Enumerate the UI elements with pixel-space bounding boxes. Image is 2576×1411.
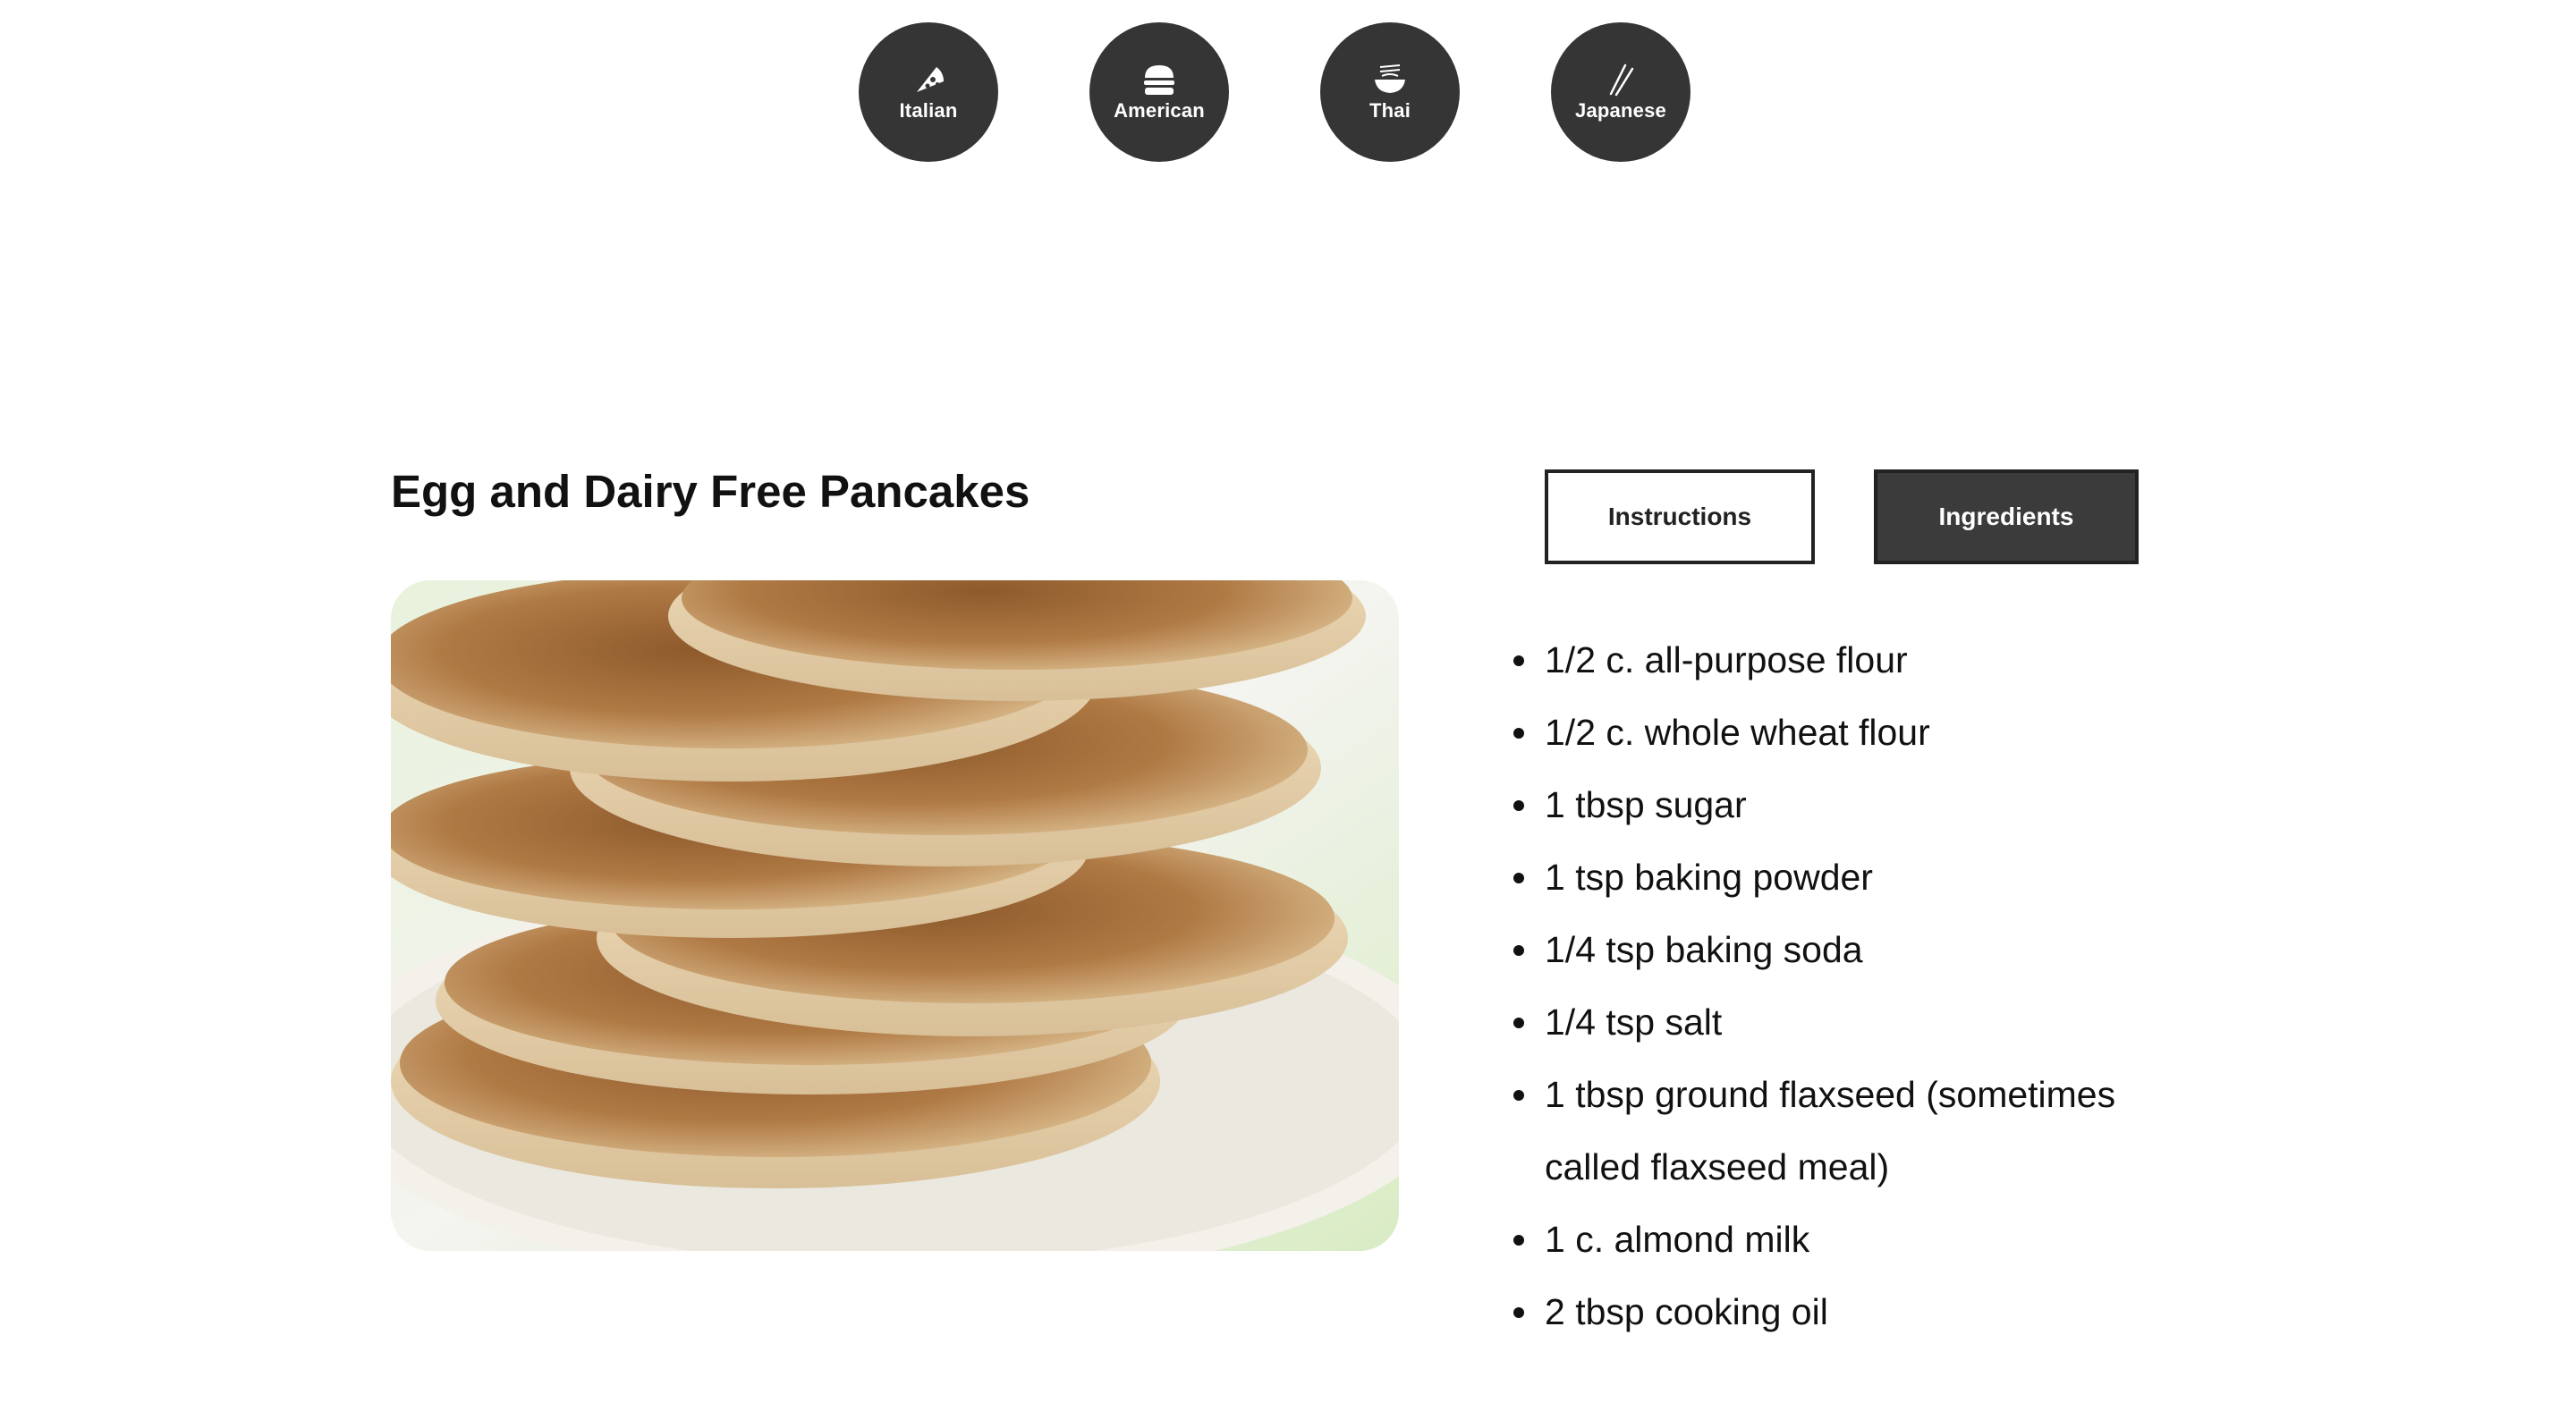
chopsticks-icon <box>1602 62 1640 97</box>
cuisine-label: American <box>1114 99 1205 122</box>
noodle-bowl-icon <box>1371 62 1409 97</box>
recipe-title: Egg and Dairy Free Pancakes <box>391 466 1030 517</box>
cuisine-button-italian[interactable]: Italian <box>859 22 998 162</box>
cuisine-label: Japanese <box>1575 99 1666 122</box>
ingredient-item: 1 tbsp sugar <box>1513 769 2193 841</box>
ingredient-list: 1/2 c. all-purpose flour 1/2 c. whole wh… <box>1513 624 2193 1348</box>
cuisine-label: Italian <box>899 99 958 122</box>
cuisine-button-american[interactable]: American <box>1089 22 1229 162</box>
ingredient-item: 1 tsp baking powder <box>1513 841 2193 914</box>
cuisine-nav: Italian American Thai Japanese <box>859 22 1690 162</box>
ingredient-item: 1/2 c. all-purpose flour <box>1513 624 2193 697</box>
recipe-image <box>391 580 1399 1251</box>
pizza-icon <box>910 62 947 97</box>
ingredient-item: 1/2 c. whole wheat flour <box>1513 697 2193 769</box>
burger-icon <box>1140 62 1178 97</box>
ingredient-item: 2 tbsp cooking oil <box>1513 1276 2193 1348</box>
ingredient-item: 1 tbsp ground flaxseed (sometimes called… <box>1513 1059 2193 1204</box>
cuisine-button-thai[interactable]: Thai <box>1320 22 1460 162</box>
ingredient-item: 1/4 tsp salt <box>1513 986 2193 1059</box>
ingredient-item: 1 c. almond milk <box>1513 1204 2193 1276</box>
recipe-tabs: Instructions Ingredients <box>1545 469 2139 564</box>
ingredient-item: 1/4 tsp baking soda <box>1513 914 2193 986</box>
tab-ingredients[interactable]: Ingredients <box>1874 469 2139 564</box>
cuisine-label: Thai <box>1368 99 1411 122</box>
tab-instructions[interactable]: Instructions <box>1545 469 1815 564</box>
cuisine-button-japanese[interactable]: Japanese <box>1551 22 1690 162</box>
